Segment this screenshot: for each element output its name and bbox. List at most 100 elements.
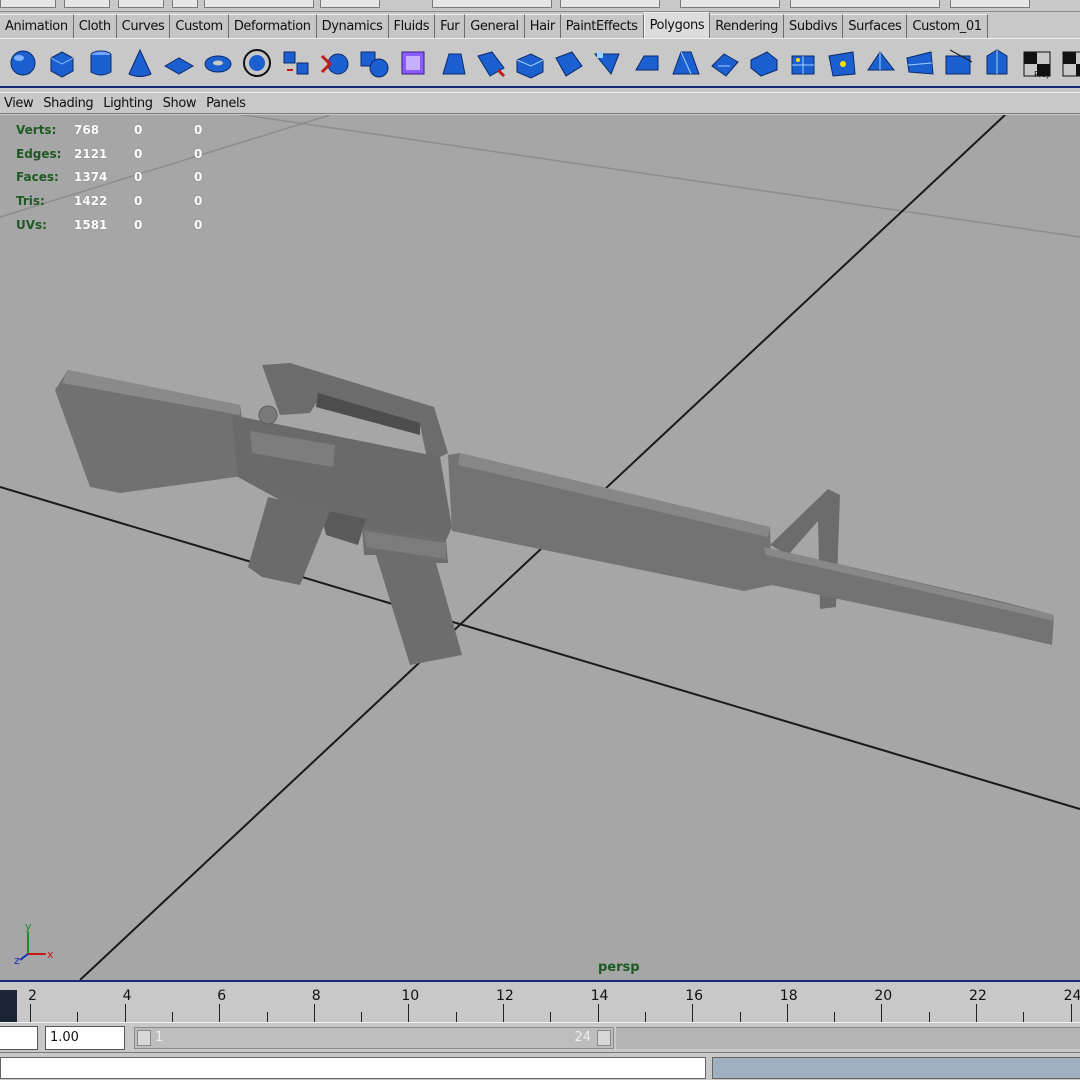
menu-show[interactable]: Show xyxy=(163,96,197,111)
current-time-marker[interactable] xyxy=(0,990,17,1022)
hud-row-tris: Tris: 1422 0 0 xyxy=(16,189,254,213)
poly-extrude-face-icon[interactable] xyxy=(433,43,470,83)
range-grip-right[interactable] xyxy=(597,1030,611,1046)
poly-extrude-edge-icon[interactable] xyxy=(472,43,509,83)
hud-count: 1581 xyxy=(74,218,108,233)
tab-rendering[interactable]: Rendering xyxy=(710,14,785,38)
command-line xyxy=(0,1052,1080,1080)
poly-separate-icon[interactable] xyxy=(316,43,353,83)
poly-plane-icon[interactable] xyxy=(160,43,197,83)
poly-boolean-icon[interactable] xyxy=(355,43,392,83)
poly-bevel-icon[interactable] xyxy=(550,43,587,83)
menu-lighting[interactable]: Lighting xyxy=(103,96,153,111)
poly-cube-icon[interactable] xyxy=(43,43,80,83)
start-frame-field[interactable] xyxy=(0,1026,38,1050)
hud-selected-count: 0 xyxy=(134,218,143,233)
poly-wedge-icon[interactable] xyxy=(667,43,704,83)
tab-custom[interactable]: Custom xyxy=(170,14,229,38)
hud-row-faces: Faces: 1374 0 0 xyxy=(16,166,254,190)
poly-count-hud: Verts: 768 0 0 Edges: 2121 0 0 Faces: 1374 0 0 Tris:… xyxy=(16,118,254,237)
poly-spherical-map-icon[interactable]: Proj xyxy=(1018,43,1055,83)
poly-cylindrical-map-icon[interactable] xyxy=(979,43,1016,83)
range-slider-bar[interactable]: 1 24 xyxy=(134,1027,614,1049)
time-tick xyxy=(692,1004,694,1022)
poly-append-icon[interactable] xyxy=(628,43,665,83)
poly-sphere-icon[interactable] xyxy=(4,43,41,83)
poly-smooth-icon[interactable] xyxy=(394,43,431,83)
menu-panels[interactable]: Panels xyxy=(206,96,246,111)
maya-window: Animation Cloth Curves Custom Deformation Dyn… xyxy=(0,0,1080,1080)
tab-cloth[interactable]: Cloth xyxy=(73,14,117,38)
hud-component-count: 0 xyxy=(194,146,203,161)
time-tick xyxy=(503,1004,504,1022)
command-input[interactable] xyxy=(0,1057,706,1079)
tab-deformation[interactable]: Deformation xyxy=(228,14,317,38)
time-tick xyxy=(1023,1012,1025,1022)
poly-cylinder-icon[interactable] xyxy=(82,43,119,83)
poly-pipe-icon[interactable] xyxy=(238,43,275,83)
hud-label: Edges: xyxy=(16,146,62,161)
time-tick xyxy=(266,1012,268,1022)
time-tick xyxy=(30,1004,31,1022)
playback-start-field[interactable]: 1.00 xyxy=(45,1026,125,1050)
time-slider[interactable]: 2 4 6 8 10 12 14 16 18 20 22 24 xyxy=(0,980,1080,1022)
time-tick xyxy=(219,1004,221,1022)
time-tick xyxy=(834,1012,836,1022)
menu-view[interactable]: View xyxy=(4,96,34,111)
poly-quadrangulate-icon[interactable] xyxy=(901,43,938,83)
tab-custom-01[interactable]: Custom_01 xyxy=(907,14,988,38)
time-tick-label: 6 xyxy=(217,988,227,1004)
tab-hair[interactable]: Hair xyxy=(524,14,561,38)
poly-torus-icon[interactable] xyxy=(199,43,236,83)
poly-planar-map-icon[interactable] xyxy=(940,43,977,83)
time-tick xyxy=(77,1012,79,1022)
poly-triangulate-icon[interactable] xyxy=(862,43,899,83)
tab-fur[interactable]: Fur xyxy=(435,14,466,38)
hud-count: 1374 xyxy=(74,170,108,185)
rifle-model[interactable] xyxy=(55,363,1054,665)
range-start-label: 1 xyxy=(155,1030,164,1045)
tab-subdivs[interactable]: Subdivs xyxy=(784,14,844,38)
hud-row-verts: Verts: 768 0 0 xyxy=(16,118,254,142)
poly-combine-icon[interactable] xyxy=(277,43,314,83)
shelf-tab-bar: Animation Cloth Curves Custom Deformation Dyn… xyxy=(0,12,1080,38)
perspective-viewport[interactable]: Verts: 768 0 0 Edges: 2121 0 0 Faces: 1374 0 0 Tris:… xyxy=(0,115,1080,980)
time-tick-label: 2 xyxy=(28,988,37,1004)
range-slider: 1.00 1 24 xyxy=(0,1022,1080,1052)
poly-collapse-icon[interactable] xyxy=(823,43,860,83)
time-tick xyxy=(976,1004,977,1022)
viewport-scene[interactable] xyxy=(0,115,1080,980)
tab-surfaces[interactable]: Surfaces xyxy=(843,14,908,38)
hud-label: Faces: xyxy=(16,170,59,185)
time-tick-label: 4 xyxy=(122,988,132,1004)
range-end-label: 24 xyxy=(574,1030,591,1045)
poly-extract-icon[interactable] xyxy=(745,43,782,83)
hud-selected-count: 0 xyxy=(134,146,143,161)
hud-selected-count: 0 xyxy=(134,170,143,185)
tab-general[interactable]: General xyxy=(465,14,525,38)
tab-curves[interactable]: Curves xyxy=(116,14,171,38)
tab-dynamics[interactable]: Dynamics xyxy=(316,14,389,38)
hud-component-count: 0 xyxy=(194,218,203,233)
hud-component-count: 0 xyxy=(194,194,203,209)
tab-animation[interactable]: Animation xyxy=(0,14,74,38)
poly-projection-icon[interactable] xyxy=(1057,43,1080,83)
time-tick xyxy=(644,1012,646,1022)
poly-cone-icon[interactable] xyxy=(121,43,158,83)
poly-merge-icon[interactable] xyxy=(589,43,626,83)
tab-polygons[interactable]: Polygons xyxy=(643,12,711,38)
tab-painteffects[interactable]: PaintEffects xyxy=(560,14,644,38)
time-tick xyxy=(455,1012,457,1022)
poly-split-icon[interactable] xyxy=(511,43,548,83)
time-tick-label: 14 xyxy=(590,988,609,1004)
hud-selected-count: 0 xyxy=(134,122,143,137)
poly-subdivide-icon[interactable] xyxy=(784,43,821,83)
hud-row-uvs: UVs: 1581 0 0 xyxy=(16,213,254,237)
time-tick xyxy=(739,1012,741,1022)
menu-shading[interactable]: Shading xyxy=(43,96,93,111)
time-tick xyxy=(881,1004,883,1022)
range-grip-left[interactable] xyxy=(137,1030,151,1046)
hud-count: 2121 xyxy=(74,146,108,161)
tab-fluids[interactable]: Fluids xyxy=(388,14,436,38)
poly-duplicate-face-icon[interactable] xyxy=(706,43,743,83)
